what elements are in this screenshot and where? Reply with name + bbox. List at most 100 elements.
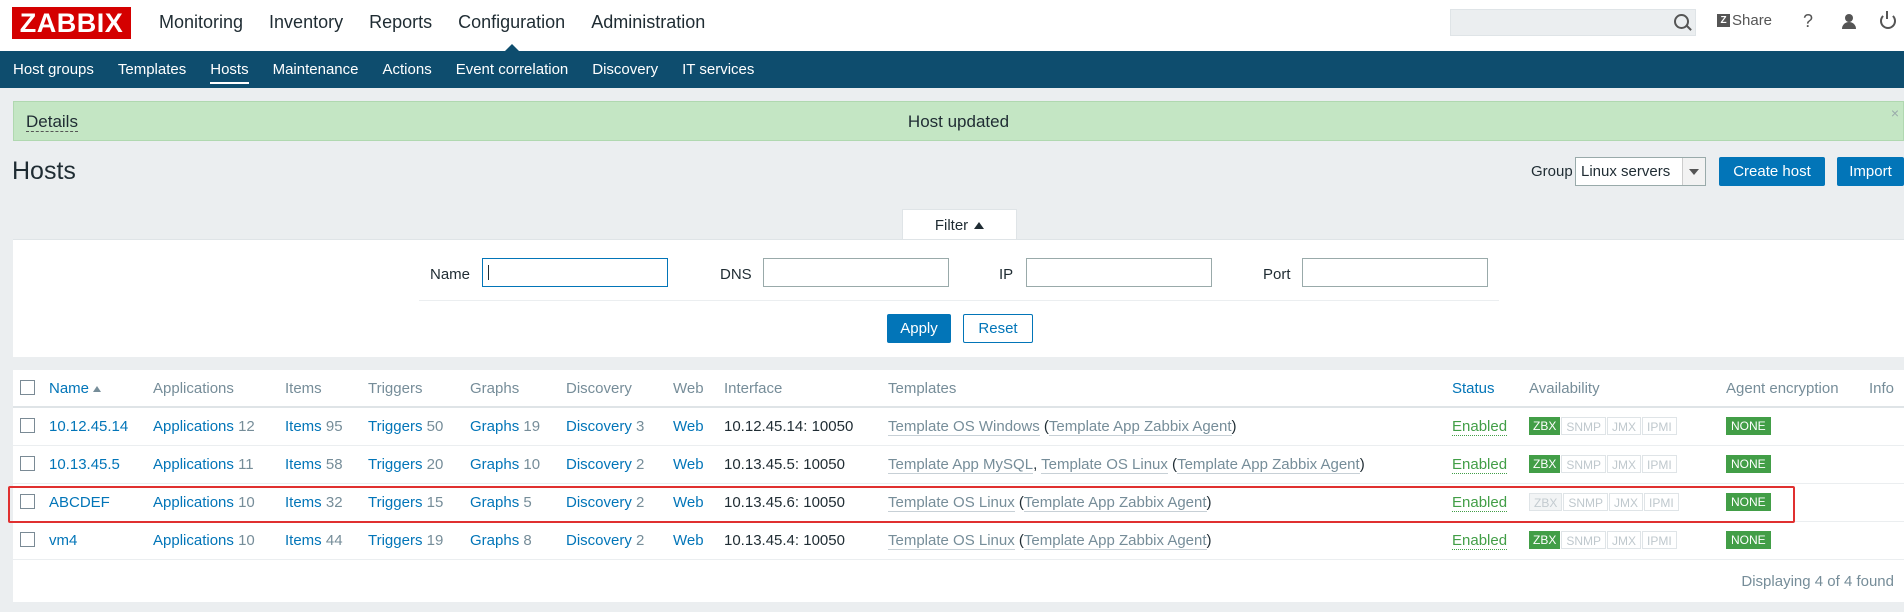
applications-link[interactable]: Applications: [153, 532, 234, 549]
menu-monitoring[interactable]: Monitoring: [146, 0, 256, 51]
items-count: 58: [325, 456, 343, 473]
status-toggle[interactable]: Enabled: [1452, 532, 1508, 550]
search-icon[interactable]: [1674, 14, 1689, 29]
apply-button[interactable]: Apply: [887, 314, 951, 343]
items-link[interactable]: Items: [285, 456, 322, 473]
graphs-count: 8: [523, 532, 532, 549]
filter-dns-input[interactable]: [763, 258, 949, 287]
status-toggle[interactable]: Enabled: [1452, 456, 1508, 474]
create-host-button[interactable]: Create host: [1719, 157, 1825, 186]
template-link[interactable]: Template OS Windows: [888, 418, 1040, 436]
applications-link[interactable]: Applications: [153, 418, 234, 435]
column-items: Items: [285, 380, 322, 397]
user-profile-icon[interactable]: [1842, 14, 1856, 29]
web-link[interactable]: Web: [673, 418, 704, 435]
items-cell: Items 44: [285, 532, 343, 549]
column-graphs: Graphs: [470, 380, 520, 397]
menu-reports[interactable]: Reports: [356, 0, 445, 51]
discovery-link[interactable]: Discovery: [566, 532, 632, 549]
share-link[interactable]: Z Share: [1717, 12, 1772, 29]
logout-icon[interactable]: [1880, 11, 1896, 29]
column-status-sort[interactable]: Status: [1452, 380, 1495, 397]
template-link[interactable]: Template OS Linux: [888, 532, 1015, 550]
menu-inventory[interactable]: Inventory: [256, 0, 356, 51]
row-checkbox[interactable]: [20, 418, 35, 433]
filter-port-input[interactable]: [1302, 258, 1488, 287]
items-count: 95: [325, 418, 343, 435]
graphs-link[interactable]: Graphs: [470, 418, 519, 435]
status-toggle[interactable]: Enabled: [1452, 418, 1508, 436]
reset-button[interactable]: Reset: [963, 314, 1033, 343]
filter-panel: Name DNS IP Port Apply Reset: [13, 239, 1904, 357]
template-link[interactable]: Template App Zabbix Agent: [1023, 532, 1207, 550]
submenu-maintenance[interactable]: Maintenance: [261, 51, 371, 88]
chevron-down-icon[interactable]: [1682, 158, 1705, 185]
items-link[interactable]: Items: [285, 532, 322, 549]
filter-tab[interactable]: Filter: [902, 209, 1017, 239]
host-name-link[interactable]: 10.13.45.5: [49, 456, 120, 473]
column-name-sort[interactable]: Name: [49, 380, 102, 397]
column-availability: Availability: [1529, 380, 1600, 397]
interface-cell: 10.13.45.4: 10050: [724, 532, 845, 549]
highlight-box: [8, 486, 1795, 523]
triggers-link[interactable]: Triggers: [368, 456, 422, 473]
row-checkbox[interactable]: [20, 532, 35, 547]
submenu-actions[interactable]: Actions: [371, 51, 444, 88]
triggers-cell: Triggers 50: [368, 418, 443, 435]
graphs-link[interactable]: Graphs: [470, 532, 519, 549]
applications-link[interactable]: Applications: [153, 456, 234, 473]
discovery-count: 2: [636, 532, 645, 549]
applications-cell: Applications 11: [153, 456, 254, 473]
availability-jmx-badge: JMX: [1607, 455, 1642, 473]
select-all-checkbox[interactable]: [20, 380, 35, 395]
submenu-templates[interactable]: Templates: [106, 51, 198, 88]
templates-cell: Template OS Linux (Template App Zabbix A…: [888, 532, 1212, 550]
submenu-host-groups[interactable]: Host groups: [0, 51, 106, 88]
row-checkbox[interactable]: [20, 456, 35, 471]
zabbix-logo[interactable]: ZABBIX: [12, 7, 131, 39]
import-button[interactable]: Import: [1837, 157, 1904, 186]
availability-ipmi-badge: IPMI: [1642, 531, 1677, 549]
sub-menu: Host groups Templates Hosts Maintenance …: [0, 51, 1904, 88]
web-link[interactable]: Web: [673, 456, 704, 473]
global-search-input[interactable]: [1450, 9, 1696, 36]
submenu-event-correlation[interactable]: Event correlation: [444, 51, 581, 88]
help-icon[interactable]: ?: [1803, 11, 1813, 32]
share-label: Share: [1732, 12, 1773, 29]
close-icon[interactable]: ×: [1891, 105, 1899, 121]
template-separator: ): [1359, 456, 1365, 473]
table-row: vm4 Applications 10 Items 44 Triggers 19 Gra…: [13, 521, 1904, 560]
web-link[interactable]: Web: [673, 532, 704, 549]
host-name-link[interactable]: vm4: [49, 532, 77, 549]
filter-tab-label: Filter: [934, 217, 969, 234]
host-name-link[interactable]: 10.12.45.14: [49, 418, 128, 435]
submenu-hosts[interactable]: Hosts: [198, 51, 260, 88]
filter-name-input[interactable]: [482, 258, 668, 287]
discovery-link[interactable]: Discovery: [566, 456, 632, 473]
submenu-it-services[interactable]: IT services: [670, 51, 766, 88]
items-link[interactable]: Items: [285, 418, 322, 435]
discovery-count: 3: [636, 418, 645, 435]
main-menu: Monitoring Inventory Reports Configurati…: [146, 0, 718, 51]
template-link[interactable]: Template App Zabbix Agent: [1177, 456, 1360, 474]
message-text: Host updated: [907, 112, 1010, 131]
triggers-link[interactable]: Triggers: [368, 532, 422, 549]
filter-name-label: Name: [430, 266, 471, 283]
menu-administration[interactable]: Administration: [578, 0, 718, 51]
availability-snmp-badge: SNMP: [1561, 417, 1607, 435]
template-separator: ): [1206, 532, 1212, 549]
template-link[interactable]: Template App Zabbix Agent: [1048, 418, 1232, 436]
graphs-link[interactable]: Graphs: [470, 456, 519, 473]
triggers-cell: Triggers 19: [368, 532, 443, 549]
column-agent-encryption: Agent encryption: [1726, 380, 1839, 397]
filter-ip-input[interactable]: [1026, 258, 1212, 287]
availability-ipmi-badge: IPMI: [1642, 417, 1677, 435]
menu-configuration[interactable]: Configuration: [445, 0, 578, 51]
template-link[interactable]: Template OS Linux: [1041, 456, 1168, 474]
discovery-link[interactable]: Discovery: [566, 418, 632, 435]
group-select[interactable]: Linux servers: [1575, 157, 1706, 186]
items-count: 44: [325, 532, 343, 549]
triggers-link[interactable]: Triggers: [368, 418, 422, 435]
template-link[interactable]: Template App MySQL: [888, 456, 1034, 474]
submenu-discovery[interactable]: Discovery: [580, 51, 670, 88]
